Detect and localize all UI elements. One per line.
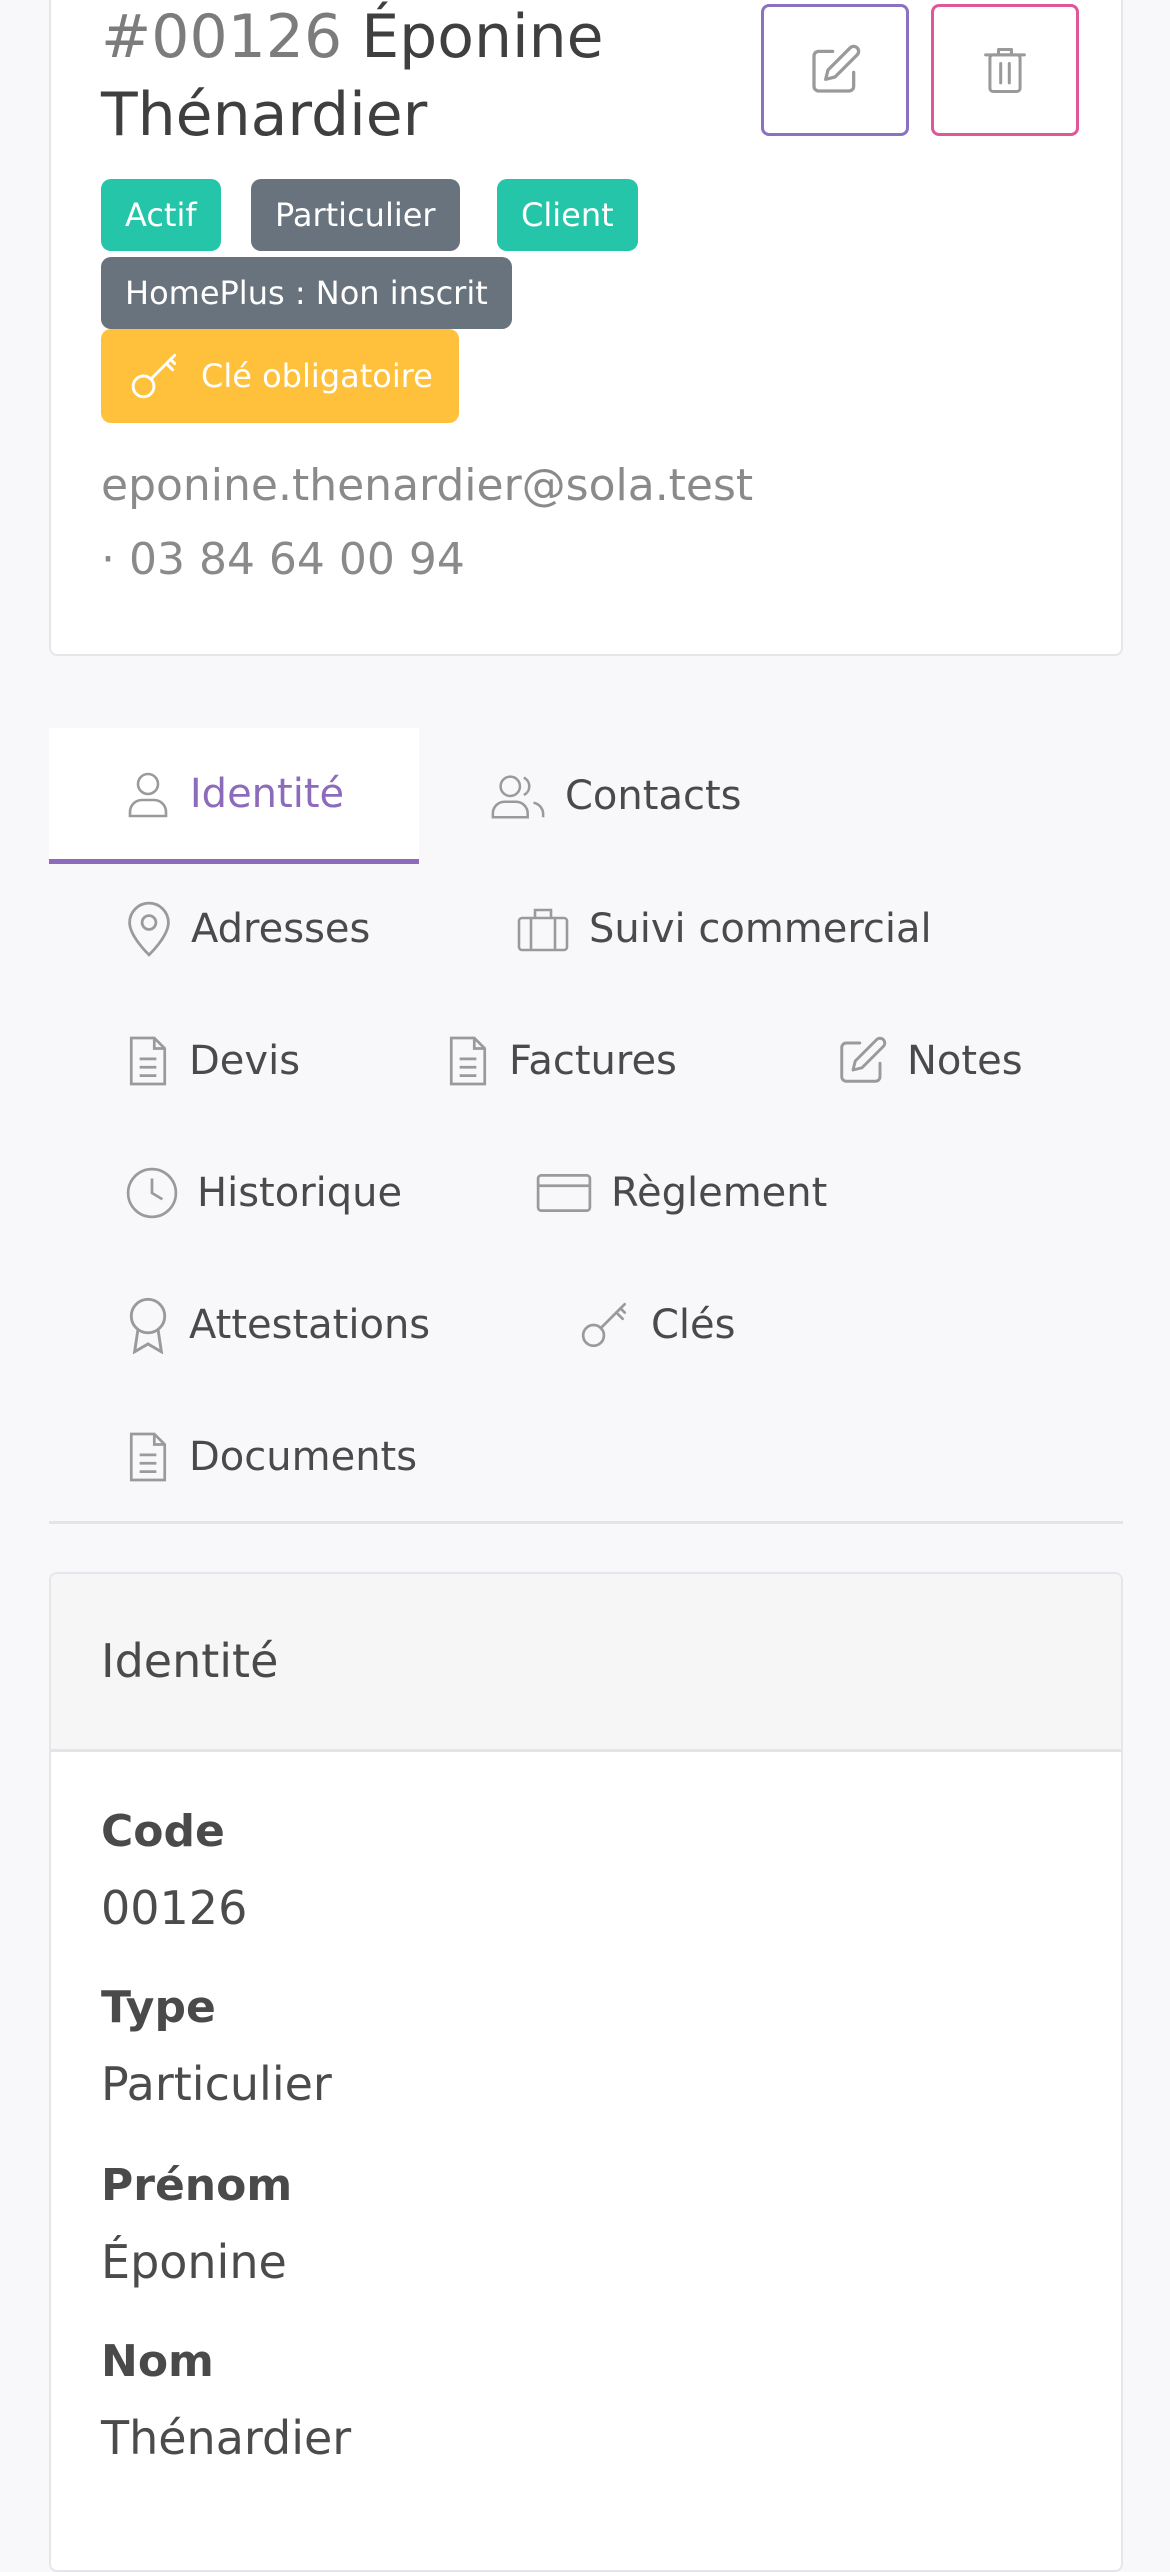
- clock-icon: [126, 1167, 178, 1219]
- trash-icon: [984, 48, 1026, 94]
- client-first-name: Éponine: [361, 2, 604, 72]
- user-icon: [128, 772, 168, 817]
- field-value: Éponine: [101, 2235, 287, 2289]
- client-code: #00126: [101, 2, 343, 72]
- tab-cles[interactable]: Clés: [579, 1260, 736, 1390]
- tab-contacts-label: Contacts: [565, 773, 742, 819]
- tab-suivi-label: Suivi commercial: [589, 906, 932, 952]
- field-label: Type: [101, 1982, 216, 2033]
- map-pin-icon: [128, 901, 170, 957]
- client-header-card: #00126 Éponine Thénardier Actif Particul…: [49, 0, 1123, 656]
- page-title: #00126 Éponine Thénardier: [101, 0, 741, 154]
- tab-notes-label: Notes: [907, 1038, 1023, 1084]
- badge-actif: Actif: [101, 179, 221, 251]
- badge-key-label: Clé obligatoire: [201, 357, 433, 395]
- field-code: Code 00126: [101, 1802, 247, 1940]
- users-icon: [491, 775, 545, 819]
- badge-key-required: Clé obligatoire: [101, 329, 459, 423]
- pencil-square-icon: [840, 1036, 887, 1083]
- tab-notes[interactable]: Notes: [835, 996, 1023, 1126]
- tab-identite[interactable]: Identité: [49, 728, 419, 864]
- identity-card-title: Identité: [51, 1574, 1121, 1752]
- field-value: Particulier: [101, 2057, 332, 2111]
- field-prenom: Prénom Éponine: [101, 2156, 292, 2294]
- award-icon: [129, 1297, 167, 1354]
- key-icon: [581, 1302, 627, 1348]
- tab-documents[interactable]: Documents: [125, 1392, 417, 1522]
- field-type: Type Particulier: [101, 1978, 332, 2116]
- client-phone: · 03 84 64 00 94: [101, 534, 465, 585]
- tab-factures-label: Factures: [509, 1038, 677, 1084]
- document-icon: [449, 1036, 487, 1086]
- document-icon: [129, 1432, 167, 1482]
- key-icon: [131, 353, 177, 399]
- tab-historique[interactable]: Historique: [125, 1128, 402, 1258]
- document-icon: [129, 1036, 167, 1086]
- tab-attestations-label: Attestations: [189, 1302, 431, 1348]
- edit-button[interactable]: [761, 4, 909, 136]
- tab-adresses-label: Adresses: [191, 906, 371, 952]
- tab-adresses[interactable]: Adresses: [125, 864, 370, 994]
- tab-documents-label: Documents: [189, 1434, 418, 1480]
- field-nom: Nom Thénardier: [101, 2332, 351, 2470]
- badge-homeplus: HomePlus : Non inscrit: [101, 257, 512, 329]
- pencil-square-icon: [812, 44, 861, 93]
- field-label: Nom: [101, 2336, 214, 2387]
- client-tabs: Identité Contacts Adresses Suivi commerc…: [49, 728, 1123, 1524]
- credit-card-icon: [536, 1174, 592, 1212]
- client-last-name: Thénardier: [101, 80, 428, 150]
- delete-button[interactable]: [931, 4, 1079, 136]
- badge-client: Client: [497, 179, 638, 251]
- tab-cles-label: Clés: [651, 1302, 736, 1348]
- identity-card: Identité Code 00126 Type Particulier Pré…: [49, 1572, 1123, 2572]
- tab-devis-label: Devis: [189, 1038, 301, 1084]
- tab-suivi-commercial[interactable]: Suivi commercial: [515, 864, 932, 994]
- field-value: 00126: [101, 1881, 248, 1935]
- tab-reglement-label: Règlement: [611, 1170, 828, 1216]
- field-label: Code: [101, 1806, 225, 1857]
- tab-attestations[interactable]: Attestations: [125, 1260, 430, 1390]
- tab-identite-label: Identité: [189, 770, 345, 817]
- tab-contacts[interactable]: Contacts: [489, 728, 741, 864]
- badge-particulier: Particulier: [251, 179, 460, 251]
- field-label: Prénom: [101, 2160, 293, 2211]
- tab-reglement[interactable]: Règlement: [535, 1128, 827, 1258]
- tab-factures[interactable]: Factures: [445, 996, 677, 1126]
- tab-devis[interactable]: Devis: [125, 996, 300, 1126]
- tab-historique-label: Historique: [197, 1170, 403, 1216]
- field-value: Thénardier: [101, 2411, 352, 2465]
- client-email: eponine.thenardier@sola.test: [101, 460, 754, 511]
- briefcase-icon: [517, 908, 569, 952]
